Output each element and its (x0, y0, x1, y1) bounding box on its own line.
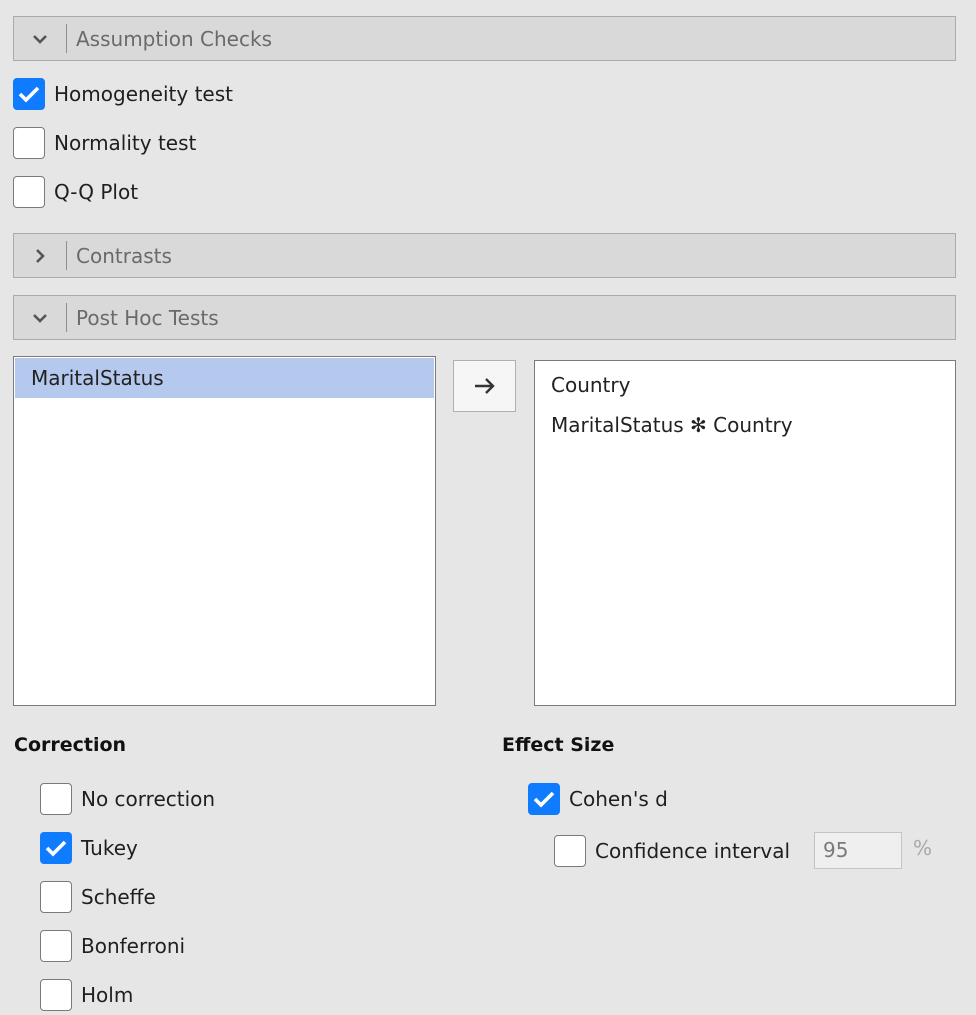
section-header-contrasts[interactable]: Contrasts (13, 233, 956, 278)
no-correction-checkbox-row[interactable]: No correction (40, 783, 215, 815)
section-title: Contrasts (76, 243, 172, 268)
list-item[interactable]: Country (535, 365, 955, 405)
move-right-button[interactable] (453, 360, 516, 412)
checkbox-label: Normality test (54, 131, 197, 155)
chevron-down-icon (14, 296, 66, 339)
qq-plot-checkbox[interactable] (13, 176, 45, 208)
section-title: Assumption Checks (76, 26, 272, 51)
no-correction-checkbox[interactable] (40, 783, 72, 815)
header-divider (66, 24, 67, 53)
scheffe-checkbox[interactable] (40, 881, 72, 913)
bonferroni-checkbox-row[interactable]: Bonferroni (40, 930, 185, 962)
tukey-checkbox-row[interactable]: Tukey (40, 832, 138, 864)
section-header-assumption-checks[interactable]: Assumption Checks (13, 16, 956, 61)
checkbox-label: Bonferroni (81, 934, 186, 958)
percent-label: % (913, 836, 933, 860)
section-title: Post Hoc Tests (76, 305, 219, 330)
homogeneity-test-checkbox-row[interactable]: Homogeneity test (13, 78, 233, 110)
list-item[interactable]: MaritalStatus (15, 358, 434, 398)
checkbox-label: No correction (81, 787, 216, 811)
confidence-interval-checkbox-row[interactable]: Confidence interval (554, 835, 790, 867)
available-variables-list[interactable]: MaritalStatus (13, 356, 436, 706)
checkbox-label: Confidence interval (595, 839, 791, 863)
cohens-d-checkbox[interactable] (528, 783, 560, 815)
checkbox-label: Q-Q Plot (54, 180, 139, 204)
chevron-right-icon (14, 234, 66, 277)
normality-test-checkbox-row[interactable]: Normality test (13, 127, 196, 159)
check-icon (45, 840, 67, 857)
checkbox-label: Homogeneity test (54, 82, 233, 106)
section-header-post-hoc-tests[interactable]: Post Hoc Tests (13, 295, 956, 340)
normality-test-checkbox[interactable] (13, 127, 45, 159)
cohens-d-checkbox-row[interactable]: Cohen's d (528, 783, 668, 815)
tukey-checkbox[interactable] (40, 832, 72, 864)
correction-title: Correction (14, 734, 127, 756)
chevron-down-icon (14, 17, 66, 60)
arrow-right-icon (474, 378, 495, 394)
post-hoc-variables-list[interactable]: Country MaritalStatus ✻ Country (534, 360, 956, 706)
bonferroni-checkbox[interactable] (40, 930, 72, 962)
confidence-interval-checkbox[interactable] (554, 835, 586, 867)
holm-checkbox-row[interactable]: Holm (40, 979, 133, 1011)
checkbox-label: Scheffe (81, 885, 156, 909)
header-divider (66, 303, 67, 332)
header-divider (66, 241, 67, 270)
checkbox-label: Cohen's d (569, 787, 668, 811)
homogeneity-test-checkbox[interactable] (13, 78, 45, 110)
checkbox-label: Tukey (81, 836, 138, 860)
holm-checkbox[interactable] (40, 979, 72, 1011)
confidence-interval-input[interactable]: 95 (814, 832, 902, 869)
list-item[interactable]: MaritalStatus ✻ Country (535, 405, 955, 445)
check-icon (533, 791, 555, 808)
check-icon (18, 86, 40, 103)
checkbox-label: Holm (81, 983, 134, 1007)
qq-plot-checkbox-row[interactable]: Q-Q Plot (13, 176, 138, 208)
scheffe-checkbox-row[interactable]: Scheffe (40, 881, 156, 913)
effect-size-title: Effect Size (502, 734, 615, 756)
